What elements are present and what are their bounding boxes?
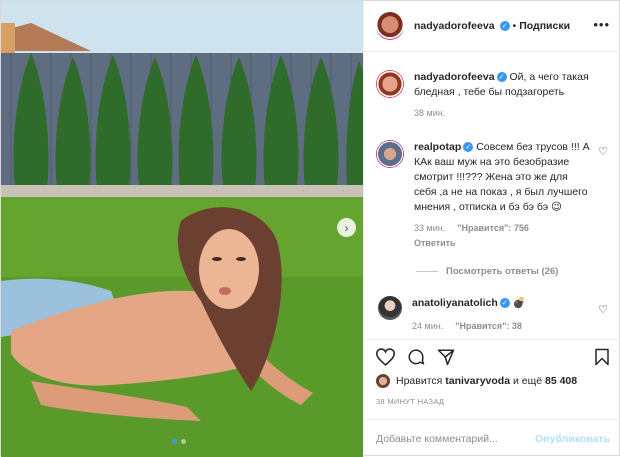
post-timestamp[interactable]: 38 МИНУТ НАЗАД [376, 397, 444, 406]
verified-badge-icon: ✓ [496, 72, 507, 83]
instagram-post: › nadyadorofeeva ✓ • Подписки ••• nadyad… [0, 0, 620, 457]
verified-badge-icon: ✓ [499, 21, 510, 31]
comments-list: nadyadorofeeva ✓ Ой, а чего такая бледная… [364, 53, 620, 339]
caption-avatar[interactable] [376, 70, 404, 98]
caption-time[interactable]: 38 мин. [414, 106, 445, 121]
photo-illustration [1, 1, 363, 457]
comment-time[interactable]: 33 мин. [414, 221, 445, 236]
comment-likes[interactable]: "Нравится": 38 [455, 319, 522, 334]
chevron-right-icon: › [344, 220, 349, 235]
post-header: nadyadorofeeva ✓ • Подписки ••• [364, 1, 620, 52]
replies-divider-line [416, 271, 438, 272]
reply-button[interactable]: Ответить [414, 236, 592, 251]
view-replies-label: Посмотреть ответы (26) [446, 266, 559, 277]
bookmark-icon[interactable] [594, 348, 610, 366]
comment-likes[interactable]: "Нравится": 756 [457, 221, 529, 236]
ellipsis-icon[interactable]: ••• [593, 17, 610, 32]
carousel-next-button[interactable]: › [337, 218, 356, 237]
liked-by-user[interactable]: tanivaryvoda [445, 375, 510, 387]
heart-icon[interactable] [376, 348, 395, 366]
author-avatar[interactable] [376, 12, 404, 40]
post-side-panel: nadyadorofeeva ✓ • Подписки ••• nadyador… [363, 1, 620, 457]
carousel-dot [181, 439, 186, 444]
comment-username[interactable]: realpotap [414, 141, 461, 153]
following-button[interactable]: Подписки [519, 20, 570, 32]
bomb-emoji: 💣 [512, 297, 526, 309]
verified-badge-icon: ✓ [499, 298, 510, 309]
comment-like-heart-icon[interactable]: ♡ [598, 303, 608, 316]
likes-prefix: Нравится [396, 375, 443, 387]
view-replies-button[interactable]: Посмотреть ответы (26) [416, 266, 558, 277]
comment-time[interactable]: 24 мин. [412, 319, 443, 334]
likes-count[interactable]: 85 408 [545, 375, 577, 387]
comment-username[interactable]: anatoliyanatolich [412, 297, 498, 309]
caption: nadyadorofeeva ✓ Ой, а чего такая бледная… [376, 70, 614, 121]
add-comment-bar: Опубликовать [364, 419, 620, 457]
carousel-dot-active [172, 439, 177, 444]
caption-username[interactable]: nadyadorofeeva [414, 71, 495, 83]
author-username[interactable]: nadyadorofeeva [414, 20, 495, 32]
comment-item: realpotap ✓ Совсем без трусов !!! А КАк в… [376, 140, 592, 251]
comment-input[interactable] [376, 432, 526, 445]
verified-badge-icon: ✓ [463, 142, 474, 153]
carousel-indicator [172, 439, 186, 444]
post-actions: Нравится tanivaryvoda и ещё 85 408 38 МИ… [364, 339, 620, 457]
comment-item: anatoliyanatolich ✓ 💣 24 мин. "Нравится":… [376, 296, 590, 334]
likes-suffix: и ещё [512, 375, 543, 387]
publish-button[interactable]: Опубликовать [535, 433, 610, 445]
commenter-avatar[interactable] [378, 296, 402, 320]
post-photo[interactable]: › [1, 1, 363, 457]
comment-icon[interactable] [407, 348, 425, 366]
liker-avatar[interactable] [376, 374, 390, 388]
commenter-avatar[interactable] [376, 140, 404, 168]
share-icon[interactable] [437, 348, 455, 366]
likes-summary[interactable]: Нравится tanivaryvoda и ещё 85 408 [376, 374, 577, 388]
comment-like-heart-icon[interactable]: ♡ [598, 145, 608, 158]
header-separator: • [512, 20, 517, 32]
